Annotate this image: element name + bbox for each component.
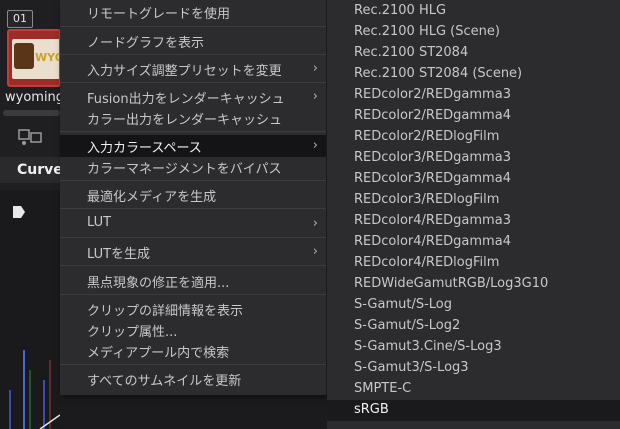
menu-separator	[60, 364, 326, 365]
submenu-arrow-icon: ›	[312, 89, 318, 104]
submenu-arrow-icon: ›	[312, 61, 318, 76]
color-space-option-label: REDcolor4/REDgamma3	[354, 213, 511, 228]
color-space-option-label: REDcolor3/REDgamma3	[354, 150, 511, 165]
menu-separator	[60, 26, 326, 27]
menu-item-show-clip-details[interactable]: クリップの詳細情報を表示	[60, 298, 326, 320]
menu-separator	[60, 208, 326, 209]
screen: { "clip": {"number": "01", "name": "wyom…	[0, 0, 620, 429]
color-space-option-label: REDcolor2/REDlogFilm	[354, 129, 500, 144]
color-space-option-label: REDcolor4/REDgamma4	[354, 234, 511, 249]
submenu-arrow-icon: ›	[312, 216, 318, 231]
menu-item-lut[interactable]: LUT ›	[60, 213, 326, 235]
menu-item-render-cache-fusion-output[interactable]: Fusion出力をレンダーキャッシュ ›	[60, 86, 326, 108]
menu-separator	[60, 180, 326, 181]
color-space-option-label: Rec.2100 HLG (Scene)	[354, 24, 500, 39]
color-space-option-label: REDcolor3/REDlogFilm	[354, 192, 500, 207]
color-space-option[interactable]: REDcolor3/REDlogFilm	[327, 190, 620, 211]
color-space-option-label: S-Gamut/S-Log2	[354, 318, 461, 333]
color-space-option-label: S-Gamut3/S-Log3	[354, 360, 469, 375]
menu-separator	[60, 294, 326, 295]
color-space-option[interactable]: REDcolor2/REDlogFilm	[327, 127, 620, 148]
menu-item-label: カラー出力をレンダーキャッシュ	[87, 113, 283, 128]
menu-item-label: すべてのサムネイルを更新	[87, 374, 242, 389]
menu-item-clip-attributes[interactable]: クリップ属性...	[60, 319, 326, 341]
clip-thumbnail[interactable]: WYO	[7, 29, 61, 87]
color-space-option[interactable]: REDWideGamutRGB/Log3G10	[327, 274, 620, 295]
color-space-option-label: REDcolor2/REDgamma4	[354, 108, 511, 123]
color-space-option[interactable]: Rec.2100 ST2084	[327, 43, 620, 64]
menu-item-label: LUT	[87, 215, 112, 230]
menu-separator	[60, 131, 326, 132]
curve-handle-icon[interactable]	[12, 205, 26, 219]
menu-item-show-node-graph[interactable]: ノードグラフを表示	[60, 30, 326, 52]
menu-item-render-cache-color-output[interactable]: カラー出力をレンダーキャッシュ	[60, 107, 326, 129]
submenu-arrow-icon: ›	[312, 244, 318, 259]
color-space-option[interactable]: S-Gamut/S-Log	[327, 295, 620, 316]
menu-item-label: 入力サイズ調整プリセットを変更	[87, 64, 282, 79]
color-space-option-label: S-Gamut/S-Log	[354, 297, 453, 312]
color-space-option[interactable]: REDcolor4/REDgamma4	[327, 232, 620, 253]
color-space-option[interactable]: Rec.2100 ST2084 (Scene)	[327, 64, 620, 85]
color-space-option[interactable]: REDcolor3/REDgamma4	[327, 169, 620, 190]
menu-item-change-input-sizing-preset[interactable]: 入力サイズ調整プリセットを変更 ›	[60, 58, 326, 80]
color-space-option[interactable]: S-Gamut3.Cine/S-Log3	[327, 337, 620, 358]
color-space-option-label: S-Gamut3.Cine/S-Log3	[354, 339, 502, 354]
clip-scrollbar[interactable]	[3, 110, 60, 116]
color-space-option-label: REDcolor2/REDgamma3	[354, 87, 511, 102]
color-space-option[interactable]: Rec.2100 HLG (Scene)	[327, 22, 620, 43]
menu-item-bypass-color-management[interactable]: カラーマネージメントをバイパス	[60, 156, 326, 178]
menu-separator	[60, 237, 326, 238]
color-space-option[interactable]: REDcolor2/REDgamma3	[327, 85, 620, 106]
color-space-option[interactable]: REDcolor4/REDgamma3	[327, 211, 620, 232]
color-space-option-label: Rec.2100 ST2084 (Scene)	[354, 66, 523, 81]
menu-item-label: Fusion出力をレンダーキャッシュ	[87, 92, 285, 107]
color-space-option[interactable]: Rec.2100 HLG	[327, 1, 620, 22]
node-graph-icon[interactable]	[18, 126, 42, 146]
clip-context-menu: リモートグレードを使用 ノードグラフを表示 入力サイズ調整プリセットを変更 › …	[60, 0, 327, 395]
menu-separator	[60, 265, 326, 266]
menu-item-label: クリップ属性...	[87, 325, 178, 340]
menu-item-generate-lut[interactable]: LUTを生成 ›	[60, 241, 326, 263]
menu-item-label: メディアプール内で検索	[87, 346, 230, 361]
clip-panel: 01 WYO wyoming Curves	[0, 0, 71, 429]
color-space-option[interactable]: S-Gamut3/S-Log3	[327, 358, 620, 379]
color-space-option-label: SMPTE-C	[354, 381, 412, 396]
menu-item-apply-black-sun-fix[interactable]: 黒点現象の修正を適用...	[60, 270, 326, 292]
menu-item-generate-optimized-media[interactable]: 最適化メディアを生成	[60, 184, 326, 206]
menu-item-label: 最適化メディアを生成	[87, 190, 217, 205]
histogram-graphic	[9, 350, 60, 429]
clip-name: wyoming	[5, 90, 65, 105]
color-space-option-selected[interactable]: sRGB	[327, 400, 620, 421]
menu-item-label: クリップの詳細情報を表示	[87, 304, 244, 319]
color-space-option-label: REDcolor4/REDlogFilm	[354, 255, 500, 270]
color-space-submenu: Rec.2100 HLG Rec.2100 HLG (Scene) Rec.21…	[327, 0, 620, 429]
color-space-option-label: REDWideGamutRGB/Log3G10	[354, 276, 549, 291]
menu-item-label: 入力カラースペース	[87, 141, 202, 156]
clip-number-badge: 01	[7, 10, 33, 28]
menu-item-input-color-space[interactable]: 入力カラースペース ›	[60, 135, 326, 157]
menu-item-label: カラーマネージメントをバイパス	[87, 162, 282, 177]
menu-item-label: リモートグレードを使用	[87, 7, 231, 22]
menu-item-refresh-all-thumbnails[interactable]: すべてのサムネイルを更新	[60, 368, 326, 390]
menu-item-label: 黒点現象の修正を適用...	[87, 276, 230, 291]
menu-item-find-in-media-pool[interactable]: メディアプール内で検索	[60, 340, 326, 362]
color-space-option-label: Rec.2100 HLG	[354, 3, 447, 18]
color-space-option[interactable]: REDcolor2/REDgamma4	[327, 106, 620, 127]
color-space-option[interactable]: REDcolor3/REDgamma3	[327, 148, 620, 169]
color-space-option[interactable]: REDcolor4/REDlogFilm	[327, 253, 620, 274]
menu-separator	[60, 54, 326, 55]
color-space-option-label: sRGB	[354, 402, 389, 417]
menu-item-label: LUTを生成	[87, 247, 151, 262]
menu-item-use-remote-grade[interactable]: リモートグレードを使用	[60, 1, 326, 23]
color-space-option-label: Rec.2100 ST2084	[354, 45, 469, 60]
bucking-horse-logo-icon	[14, 43, 34, 69]
thumbnail-logo-text: WYO	[35, 51, 59, 64]
menu-item-label: ノードグラフを表示	[87, 36, 205, 51]
color-space-option[interactable]: SMPTE-C	[327, 379, 620, 400]
color-space-option-label: REDcolor3/REDgamma4	[354, 171, 511, 186]
menu-separator	[60, 82, 326, 83]
color-space-option[interactable]: S-Gamut/S-Log2	[327, 316, 620, 337]
submenu-arrow-icon: ›	[312, 138, 318, 153]
